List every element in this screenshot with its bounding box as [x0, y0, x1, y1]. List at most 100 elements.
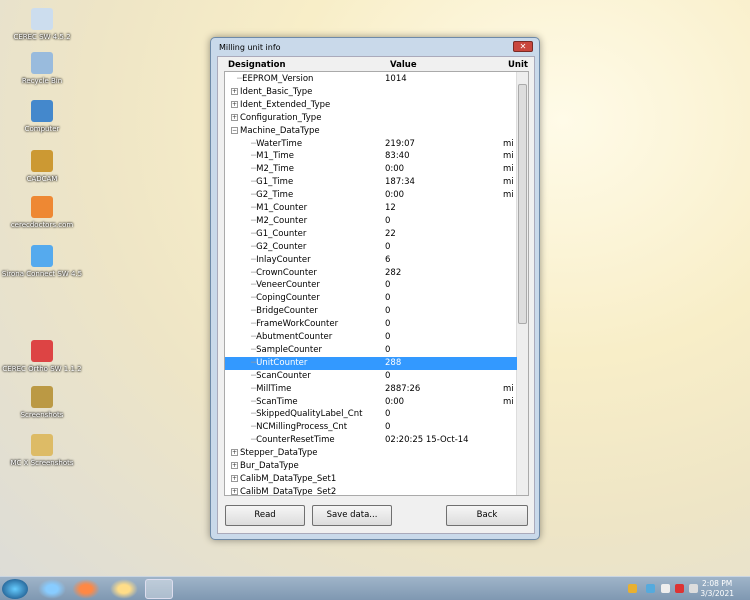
network-globe-icon[interactable] — [646, 584, 655, 593]
unit: mi — [503, 177, 514, 188]
tree-row[interactable]: + Ident_Extended_Type — [225, 99, 517, 112]
tree-row[interactable]: ─M1_Time 83:40 mi — [225, 150, 517, 163]
clock-time: 2:08 PM — [702, 579, 733, 588]
tree-row[interactable]: ─M2_Time 0:00 mi — [225, 163, 517, 176]
tree-row[interactable]: ─UnitCounter 288 — [225, 356, 517, 370]
tree-row[interactable]: ─ScanCounter 0 — [225, 370, 517, 383]
tree-row[interactable]: − Machine_DataType — [225, 125, 517, 138]
value: 83:40 — [385, 151, 410, 162]
designation: CopingCounter — [256, 293, 320, 304]
back-button[interactable]: Back — [446, 505, 528, 526]
explorer-icon[interactable] — [110, 579, 138, 599]
expand-toggle-icon[interactable]: + — [231, 100, 238, 108]
tree-row[interactable]: + CalibM_DataType_Set2 — [225, 486, 517, 495]
desktop-icon[interactable]: MC X Screenshots — [0, 434, 84, 467]
tree-row[interactable]: ─BridgeCounter 0 — [225, 305, 517, 318]
expand-toggle-icon[interactable]: + — [231, 87, 238, 95]
tree-row[interactable]: + Ident_Basic_Type — [225, 86, 517, 99]
desktop-icon[interactable]: cerecdoctors.com — [0, 196, 84, 229]
expand-toggle-icon[interactable]: − — [231, 126, 238, 134]
header-designation[interactable]: Designation — [228, 60, 286, 70]
scrollbar[interactable] — [516, 72, 528, 495]
expand-toggle-icon[interactable]: + — [231, 113, 238, 121]
save-data-button[interactable]: Save data... — [312, 505, 392, 526]
clock[interactable]: 2:08 PM 3/3/2021 — [700, 579, 734, 599]
desktop-icon-label: CEREC SW 4.5.2 — [13, 33, 71, 41]
desktop-icon-label: Sirona Connect SW 4.5 — [1, 270, 83, 278]
read-button[interactable]: Read — [225, 505, 305, 526]
value: 0:00 — [385, 190, 405, 201]
desktop-icon[interactable]: CEREC Ortho SW 1.1.2 — [0, 340, 84, 373]
scrollbar-thumb[interactable] — [518, 84, 527, 324]
tree-row[interactable]: ─CounterResetTime 02:20:25 15-Oct-14 — [225, 434, 517, 447]
tree-row[interactable]: ─EEPROM_Version 1014 — [225, 73, 517, 86]
value: 0:00 — [385, 396, 405, 407]
tree-row[interactable]: ─G2_Time 0:00 mi — [225, 189, 517, 202]
desktop-icon[interactable]: Computer — [0, 100, 84, 133]
desktop-icon[interactable]: Sirona Connect SW 4.5 — [0, 245, 84, 278]
tree-row[interactable]: ─CrownCounter 282 — [225, 267, 517, 280]
header-value[interactable]: Value — [390, 60, 417, 70]
unit: mi — [503, 396, 514, 407]
tree-row[interactable]: ─MillTime 2887:26 mi — [225, 383, 517, 396]
designation: EEPROM_Version — [242, 74, 314, 84]
signal-icon[interactable] — [689, 584, 698, 593]
tree-row[interactable]: ─InlayCounter 6 — [225, 254, 517, 267]
desktop-icon-label: Computer — [24, 125, 60, 133]
tree-row[interactable]: ─NCMillingProcess_Cnt 0 — [225, 421, 517, 434]
media-player-icon[interactable] — [72, 579, 100, 599]
shortcut-icon — [31, 52, 53, 74]
desktop-icon[interactable]: CADCAM — [0, 150, 84, 183]
value: 0 — [385, 422, 391, 433]
tree-row[interactable]: + Stepper_DataType — [225, 447, 517, 460]
tree-row[interactable]: ─WaterTime 219:07 mi — [225, 138, 517, 151]
value: 1014 — [385, 74, 407, 84]
tree-row[interactable]: ─VeneerCounter 0 — [225, 279, 517, 292]
tree-row[interactable]: ─G2_Counter 0 — [225, 241, 517, 254]
tree-row[interactable]: ─AbutmentCounter 0 — [225, 331, 517, 344]
designation: ScanTime — [256, 396, 298, 407]
designation: CounterResetTime — [256, 435, 335, 446]
tree-row[interactable]: ─M1_Counter 12 — [225, 202, 517, 215]
designation: VeneerCounter — [256, 280, 320, 291]
shortcut-icon — [31, 150, 53, 172]
desktop-icon[interactable]: Screenshots — [0, 386, 84, 419]
desktop-icon[interactable]: Recycle Bin — [0, 52, 84, 85]
shortcut-icon — [31, 386, 53, 408]
close-button[interactable]: ✕ — [513, 41, 533, 52]
expand-toggle-icon[interactable]: + — [231, 487, 238, 495]
tree-row[interactable]: + Configuration_Type — [225, 112, 517, 125]
tree-row[interactable]: + Bur_DataType — [225, 460, 517, 473]
tray-icon-1[interactable] — [628, 584, 637, 593]
header-unit[interactable]: Unit — [508, 60, 528, 70]
tree-row[interactable]: ─ScanTime 0:00 mi — [225, 396, 517, 409]
expand-toggle-icon[interactable]: + — [231, 449, 238, 457]
internet-explorer-icon[interactable] — [38, 579, 66, 599]
start-button[interactable] — [2, 579, 28, 599]
designation: G2_Counter — [256, 241, 307, 252]
tree-row[interactable]: ─FrameWorkCounter 0 — [225, 318, 517, 331]
tree-row[interactable]: ─G1_Counter 22 — [225, 228, 517, 241]
shortcut-icon — [31, 100, 53, 122]
tree-row[interactable]: ─CopingCounter 0 — [225, 292, 517, 305]
tree-row[interactable]: + CalibM_DataType_Set1 — [225, 473, 517, 486]
desktop-icon-label: CEREC Ortho SW 1.1.2 — [2, 365, 82, 373]
designation: InlayCounter — [256, 254, 311, 265]
tree-row[interactable]: ─G1_Time 187:34 mi — [225, 176, 517, 189]
value: 0:00 — [385, 164, 405, 175]
designation: FrameWorkCounter — [256, 319, 339, 330]
designation: AbutmentCounter — [256, 332, 333, 342]
tree-view[interactable]: ─EEPROM_Version 1014 + Ident_Basic_Type + Ide… — [224, 71, 529, 496]
tree-row[interactable]: ─SkippedQualityLabel_Cnt 0 — [225, 408, 517, 421]
expand-toggle-icon[interactable]: + — [231, 462, 238, 469]
tree-row[interactable]: ─M2_Counter 0 — [225, 215, 517, 228]
designation: M1_Counter — [256, 203, 308, 213]
tree-row[interactable]: ─SampleCounter 0 — [225, 344, 517, 357]
action-center-icon[interactable] — [675, 584, 684, 593]
volume-icon[interactable] — [661, 584, 670, 593]
designation: MillTime — [256, 383, 292, 394]
milling-app-taskbar-button[interactable] — [145, 579, 173, 599]
desktop-icon[interactable]: CEREC SW 4.5.2 — [0, 8, 84, 41]
expand-toggle-icon[interactable]: + — [231, 474, 238, 482]
designation: CrownCounter — [256, 267, 317, 278]
